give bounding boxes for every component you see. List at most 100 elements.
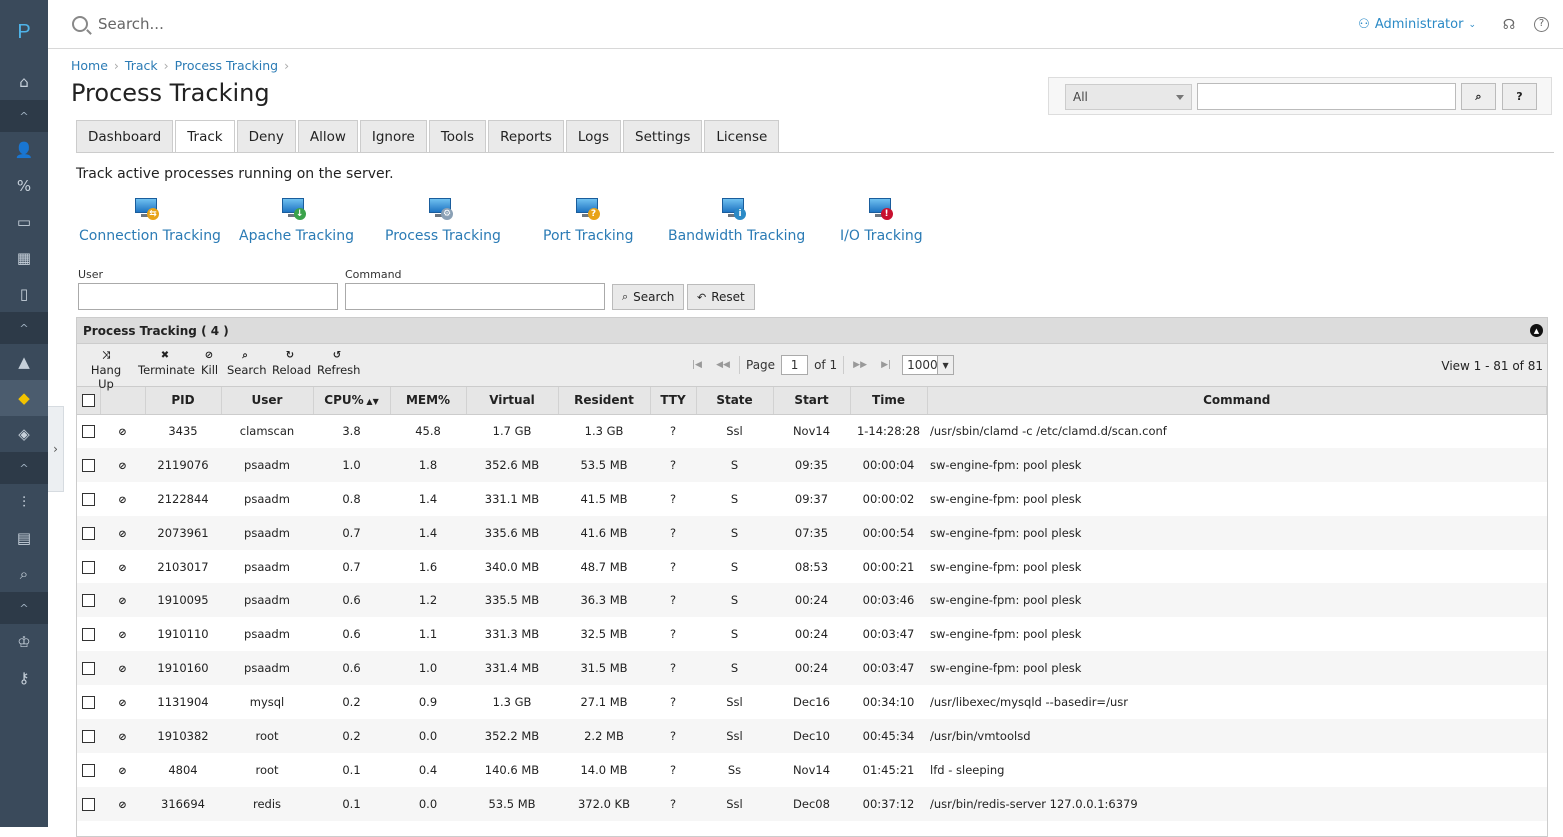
column-header-user[interactable]: User — [221, 387, 314, 415]
kill-process-icon[interactable]: ⊘ — [118, 495, 126, 506]
hang-up-action-button[interactable]: ⤨ Hang Up — [83, 349, 129, 391]
column-header-command[interactable]: Command — [927, 387, 1547, 415]
sidebar-expand-toggle[interactable]: › — [48, 406, 64, 492]
column-header-state[interactable]: State — [696, 387, 774, 415]
extension-icon[interactable]: ▲ — [0, 344, 48, 380]
kill-process-icon[interactable]: ⊘ — [118, 766, 126, 777]
refresh-action-button[interactable]: ↺ Refresh — [317, 349, 360, 377]
terminate-action-button[interactable]: ✖ Terminate — [138, 349, 195, 377]
table-row[interactable]: ⊘ 1910382 root 0.2 0.0 352.2 MB 2.2 MB? Ssl Dec1… — [77, 719, 1547, 753]
next-page-icon[interactable]: ▶▶ — [850, 360, 870, 370]
row-checkbox[interactable] — [82, 594, 95, 608]
collapse-up-icon[interactable]: ^ — [0, 100, 48, 132]
column-header-start[interactable]: Start — [773, 387, 851, 415]
kill-action-button[interactable]: ⊘ Kill — [201, 349, 218, 377]
search-button[interactable]: ⌕ Search — [612, 284, 685, 310]
tab-tools[interactable]: Tools — [428, 120, 487, 152]
table-row[interactable]: ⊘ 1910095 psaadm 0.6 1.2 335.5 MB 36.3 MB? S 00:… — [77, 583, 1547, 618]
tab-ignore[interactable]: Ignore — [359, 120, 427, 152]
collapse-up-icon[interactable]: ^ — [0, 312, 48, 344]
last-page-icon[interactable]: ▶| — [876, 360, 896, 370]
table-row[interactable]: ⊘ 4804 root 0.1 0.4 140.6 MB 14.0 MB? Ss Nov14 01… — [77, 753, 1547, 787]
book-icon[interactable]: ▯ — [0, 276, 48, 312]
table-row[interactable]: ⊘ 316694 redis 0.1 0.0 53.5 MB 372.0 KB? Ssl Dec… — [77, 786, 1547, 821]
row-checkbox[interactable] — [82, 492, 95, 506]
kill-process-icon[interactable]: ⊘ — [118, 630, 126, 641]
user-icon[interactable]: 👤 — [0, 132, 48, 168]
reload-action-button[interactable]: ↻ Reload — [272, 349, 311, 377]
crown-icon[interactable]: ♔ — [0, 624, 48, 660]
kill-process-icon[interactable]: ⊘ — [118, 732, 126, 743]
select-all-checkbox[interactable] — [81, 394, 95, 408]
row-checkbox[interactable] — [82, 526, 95, 540]
key-icon[interactable]: ⚷ — [0, 660, 48, 696]
row-checkbox[interactable] — [82, 425, 95, 439]
table-row[interactable]: ⊘ 2103017 psaadm 0.7 1.6 340.0 MB 48.7 MB? S 08:… — [77, 550, 1547, 584]
row-checkbox[interactable] — [82, 797, 95, 811]
tab-deny[interactable]: Deny — [236, 120, 296, 152]
collapse-up-icon[interactable]: ^ — [0, 452, 48, 484]
tab-logs[interactable]: Logs — [565, 120, 622, 152]
quick-search-button[interactable]: ⌕ — [1461, 83, 1496, 110]
row-checkbox[interactable] — [82, 696, 95, 710]
shield-icon[interactable]: ◆ — [0, 380, 48, 416]
column-header-tty[interactable]: TTY — [650, 387, 697, 415]
kill-process-icon[interactable]: ⊘ — [118, 698, 126, 709]
tracker-link-port-tracking[interactable]: ? Port Tracking — [543, 196, 634, 244]
tracker-link-bandwidth-tracking[interactable]: i Bandwidth Tracking — [668, 196, 805, 244]
monitor-icon[interactable]: ▭ — [0, 204, 48, 240]
table-row[interactable]: ⊘ 2122844 psaadm 0.8 1.4 331.1 MB 41.5 MB? S 09:… — [77, 482, 1547, 516]
logo[interactable]: P — [0, 0, 48, 64]
tracker-link-i-o-tracking[interactable]: ! I/O Tracking — [840, 196, 923, 244]
table-row[interactable]: ⊘ 1131904 mysql 0.2 0.9 1.3 GB 27.1 MB? Ssl Dec1… — [77, 685, 1547, 719]
rows-per-page-select[interactable]: 1000 ▼ — [902, 355, 955, 375]
table-row[interactable]: ⊘ 1910160 psaadm 0.6 1.0 331.4 MB 31.5 MB? S 00:… — [77, 651, 1547, 686]
row-checkbox[interactable] — [82, 458, 95, 472]
column-header-resident[interactable]: Resident — [558, 387, 651, 415]
user-input[interactable] — [78, 283, 338, 310]
table-row[interactable]: ⊘ 1910110 psaadm 0.6 1.1 331.3 MB 32.5 MB? S 00:… — [77, 617, 1547, 651]
tab-settings[interactable]: Settings — [623, 120, 703, 152]
command-input[interactable] — [345, 283, 605, 310]
tracker-link-connection-tracking[interactable]: ⇆ Connection Tracking — [79, 196, 221, 244]
row-checkbox[interactable] — [82, 662, 95, 676]
sliders-icon[interactable]: ⫶ — [0, 484, 48, 520]
collapse-grid-icon[interactable]: ▲ — [1530, 324, 1543, 337]
row-checkbox[interactable] — [82, 628, 95, 642]
kill-process-icon[interactable]: ⊘ — [118, 800, 126, 811]
tab-allow[interactable]: Allow — [297, 120, 358, 152]
user-menu[interactable]: ⚇ Administrator ⌄ — [1358, 17, 1476, 32]
reset-button[interactable]: ↶ Reset — [687, 284, 755, 310]
column-header-mem[interactable]: MEM% — [390, 387, 467, 415]
column-header-virtual[interactable]: Virtual — [466, 387, 559, 415]
apps-icon[interactable]: ▦ — [0, 240, 48, 276]
tab-license[interactable]: License — [704, 120, 780, 152]
percent-icon[interactable]: % — [0, 168, 48, 204]
tab-dashboard[interactable]: Dashboard — [76, 120, 174, 152]
shield-secondary-icon[interactable]: ◈ — [0, 416, 48, 452]
help-icon[interactable]: ? — [1534, 17, 1549, 32]
tab-reports[interactable]: Reports — [488, 120, 564, 152]
table-row[interactable]: ⊘ 3435 clamscan 3.8 45.8 1.7 GB 1.3 GB? Ssl Nov1… — [77, 414, 1547, 448]
column-header-time[interactable]: Time — [850, 387, 928, 415]
column-header-cpu[interactable]: CPU% ▲▼ — [313, 387, 391, 415]
kill-process-icon[interactable]: ⊘ — [118, 427, 126, 438]
tracker-link-process-tracking[interactable]: ⚙ Process Tracking — [385, 196, 501, 244]
kill-process-icon[interactable]: ⊘ — [118, 596, 126, 607]
notifications-icon[interactable]: ☊ — [1498, 17, 1520, 33]
help-button[interactable]: ? — [1502, 83, 1537, 110]
search-action-button[interactable]: ⌕ Search — [227, 349, 267, 377]
breadcrumb-process-tracking[interactable]: Process Tracking — [175, 58, 278, 73]
dashboard-icon[interactable]: ▤ — [0, 520, 48, 556]
collapse-up-icon[interactable]: ^ — [0, 592, 48, 624]
table-row[interactable]: ⊘ 2119076 psaadm 1.0 1.8 352.6 MB 53.5 MB? S 09:… — [77, 447, 1547, 482]
prev-page-icon[interactable]: ◀◀ — [713, 360, 733, 370]
global-search-input[interactable] — [98, 15, 498, 33]
row-checkbox[interactable] — [82, 729, 95, 743]
kill-process-icon[interactable]: ⊘ — [118, 664, 126, 675]
home-icon[interactable]: ⌂ — [0, 64, 48, 100]
kill-process-icon[interactable]: ⊘ — [118, 563, 126, 574]
first-page-icon[interactable]: |◀ — [687, 360, 707, 370]
tab-track[interactable]: Track — [175, 120, 235, 153]
column-header-pid[interactable]: PID — [145, 387, 222, 415]
